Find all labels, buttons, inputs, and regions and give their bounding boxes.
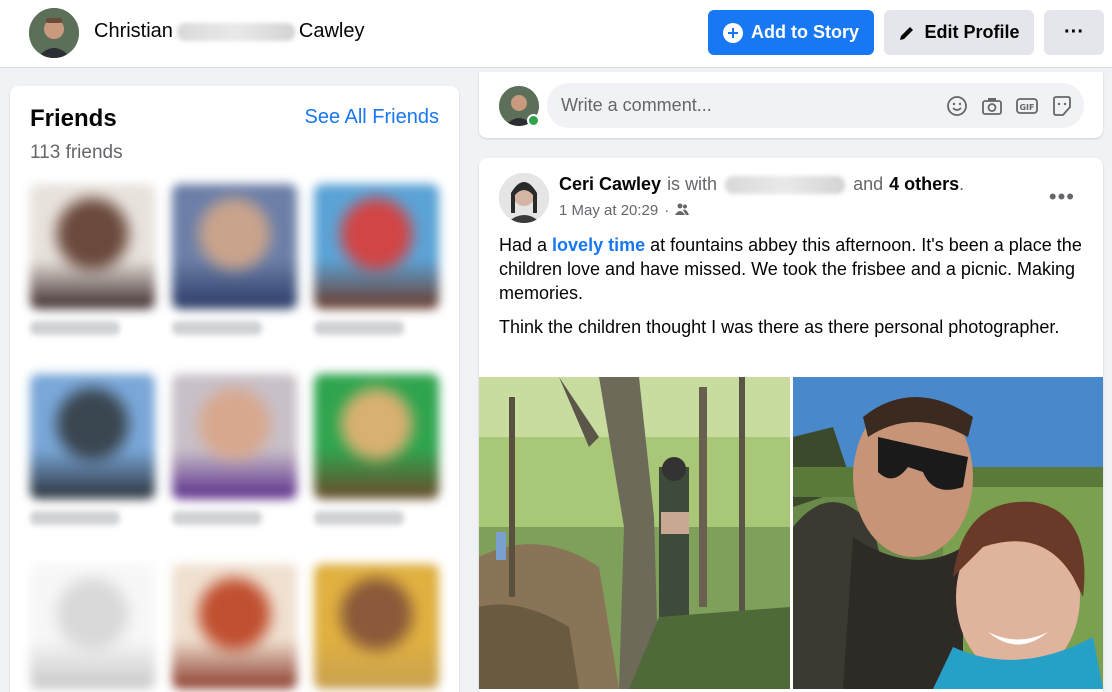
post-others-link[interactable]: 4 others [889, 174, 959, 195]
friend-name-redacted[interactable] [172, 511, 262, 525]
friend-name-redacted[interactable] [30, 321, 120, 335]
profile-header-bar: Christian Cawley Add to Story Edit Profi… [0, 0, 1112, 68]
post-text-segment: Had a [499, 235, 553, 255]
edit-profile-label: Edit Profile [924, 22, 1020, 42]
friend-photo[interactable] [30, 184, 155, 309]
post-author-name[interactable]: Ceri Cawley [559, 174, 661, 195]
friends-title: Friends [30, 105, 117, 132]
post-header: Ceri Cawley is with and 4 others . [559, 174, 964, 195]
friend-tile[interactable] [314, 374, 439, 525]
post-card: Ceri Cawley is with and 4 others . 1 May… [479, 158, 1103, 692]
friends-card: Friends See All Friends 113 friends [10, 86, 459, 692]
post-period: . [959, 174, 965, 194]
friends-audience-icon[interactable] [675, 202, 690, 219]
friend-tile[interactable] [30, 184, 155, 335]
post-paragraph-2: Think the children thought I was there a… [499, 317, 1060, 337]
more-options-button[interactable]: ··· [1044, 10, 1104, 55]
profile-last-name: Cawley [298, 20, 365, 42]
post-and-text: and [853, 174, 884, 194]
post-meta: 1 May at 20:29 · [559, 202, 690, 219]
plus-circle-icon [723, 22, 743, 43]
friend-tile[interactable] [30, 564, 155, 692]
svg-text:GIF: GIF [1019, 103, 1034, 112]
post-photo-selfie[interactable] [793, 377, 1103, 689]
post-highlight-text[interactable]: lovely time [552, 235, 645, 255]
friend-tile[interactable] [314, 564, 439, 692]
pencil-icon [898, 24, 916, 42]
profile-avatar[interactable] [29, 8, 79, 58]
redacted-middle-name [176, 22, 295, 41]
sticker-icon[interactable] [1051, 95, 1073, 117]
friend-photo[interactable] [30, 374, 155, 499]
friend-name-redacted[interactable] [30, 511, 120, 525]
friend-tile[interactable] [172, 564, 297, 692]
profile-name: Christian Cawley [94, 20, 365, 43]
friend-photo[interactable] [314, 184, 439, 309]
redacted-tagged-name [725, 175, 846, 194]
see-all-friends-link[interactable]: See All Friends [304, 106, 439, 129]
emoji-icon[interactable] [946, 95, 968, 117]
add-to-story-button[interactable]: Add to Story [708, 10, 874, 55]
separator-dot: · [664, 202, 670, 219]
friend-tile[interactable] [172, 184, 297, 335]
friend-tile[interactable] [172, 374, 297, 525]
friend-photo[interactable] [30, 564, 155, 689]
post-body: Had a lovely time at fountains abbey thi… [499, 233, 1089, 349]
friend-photo[interactable] [172, 374, 297, 499]
friend-name-redacted[interactable] [314, 511, 404, 525]
friend-photo[interactable] [172, 564, 297, 689]
add-to-story-label: Add to Story [751, 22, 859, 42]
post-paragraph-1: Had a lovely time at fountains abbey thi… [499, 233, 1089, 305]
post-with-text: is with [667, 174, 718, 194]
profile-first-name: Christian [94, 20, 173, 42]
friend-photo[interactable] [314, 374, 439, 499]
friend-tile[interactable] [30, 374, 155, 525]
gif-icon[interactable]: GIF [1016, 95, 1038, 117]
friend-photo[interactable] [314, 564, 439, 689]
online-status-indicator [527, 114, 540, 127]
post-photo-woods[interactable] [479, 377, 790, 689]
friend-name-redacted[interactable] [314, 321, 404, 335]
friend-photo[interactable] [172, 184, 297, 309]
more-options-label: ··· [1064, 21, 1084, 43]
comment-composer: GIF [479, 72, 1103, 138]
friend-name-redacted[interactable] [172, 321, 262, 335]
edit-profile-button[interactable]: Edit Profile [884, 10, 1034, 55]
post-timestamp[interactable]: 1 May at 20:29 [559, 202, 658, 219]
camera-icon[interactable] [981, 95, 1003, 117]
post-author-avatar[interactable] [499, 173, 549, 223]
friend-tile[interactable] [314, 184, 439, 335]
comment-input[interactable] [547, 83, 1084, 128]
post-options-button[interactable]: ••• [1049, 184, 1075, 210]
friends-count: 113 friends [30, 142, 123, 163]
